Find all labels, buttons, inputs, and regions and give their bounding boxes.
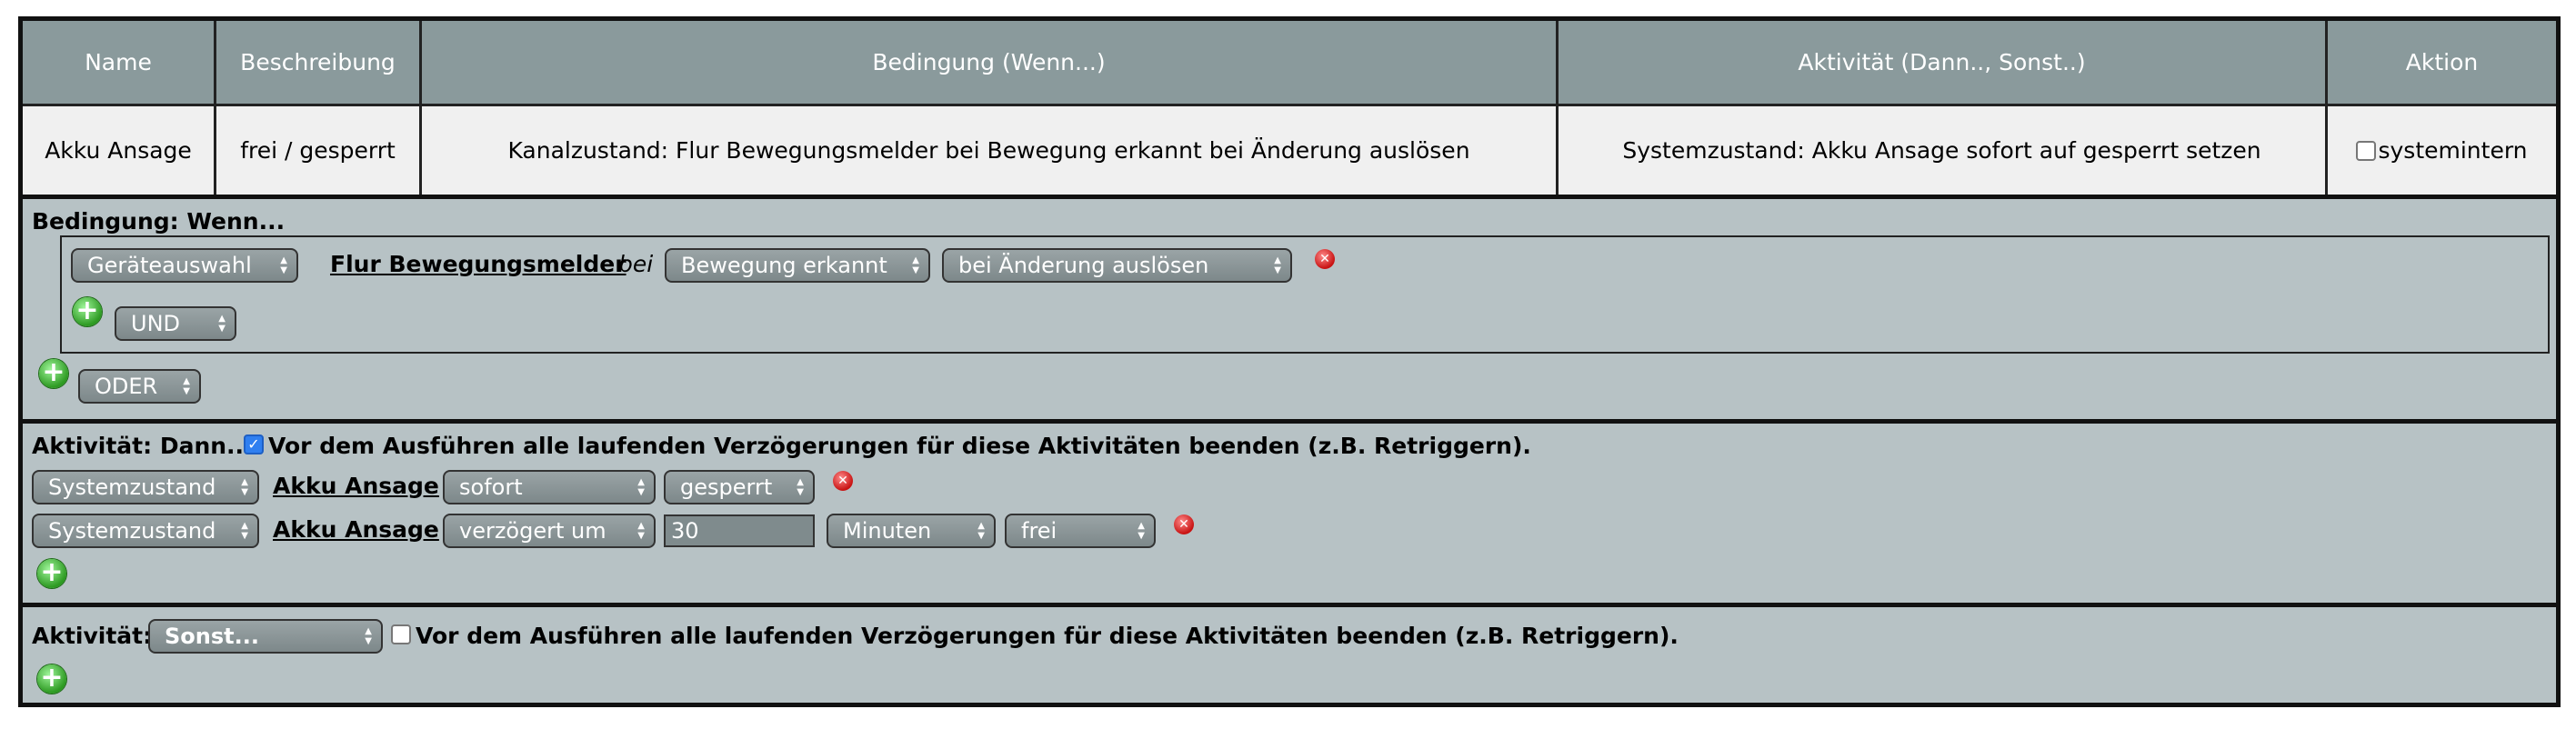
updown-arrows-icon: ▲ ▼ [637, 521, 645, 541]
table-header-row: Name Beschreibung Bedingung (Wenn...) Ak… [23, 21, 2556, 104]
program-name[interactable]: Akku Ansage [23, 106, 216, 195]
header-bedingung: Bedingung (Wenn...) [422, 21, 1559, 104]
updown-arrows-icon: ▲ ▼ [1274, 255, 1281, 275]
program-editor: Name Beschreibung Bedingung (Wenn...) Ak… [18, 16, 2561, 707]
updown-arrows-icon: ▲ ▼ [797, 477, 804, 497]
table-row: Akku Ansage frei / gesperrt Kanalzustand… [23, 104, 2556, 199]
systemintern-checkbox[interactable] [2356, 140, 2377, 161]
updown-arrows-icon: ▲ ▼ [637, 477, 645, 497]
then-row2-delay-input[interactable]: 30 [664, 514, 815, 547]
add-plus-icon[interactable]: + [39, 359, 68, 388]
updown-arrows-icon: ▲ ▼ [365, 626, 372, 646]
else-title: Aktivität: [32, 623, 153, 649]
else-mode-select[interactable]: Sonst... ▲ ▼ [148, 619, 383, 654]
then-row1-timing-select[interactable]: sofort ▲ ▼ [443, 470, 656, 504]
then-row2-unit-select[interactable]: Minuten ▲ ▼ [827, 514, 996, 548]
delete-x-icon[interactable]: ✕ [833, 471, 853, 491]
device-select[interactable]: Geräteauswahl ▲ ▼ [71, 248, 298, 283]
header-aktion: Aktion [2405, 49, 2479, 75]
then-retrigger-label: Vor dem Ausführen alle laufenden Verzöge… [268, 433, 1531, 459]
then-row2-link[interactable]: Akku Ansage [273, 516, 439, 543]
then-row1-type-select[interactable]: Systemzustand ▲ ▼ [32, 470, 259, 504]
condition-section: Bedingung: Wenn... Geräteauswahl ▲ ▼ Flur… [23, 199, 2556, 424]
delete-x-icon[interactable]: ✕ [1315, 249, 1335, 269]
then-row2-value-select[interactable]: frei ▲ ▼ [1005, 514, 1156, 548]
updown-arrows-icon: ▲ ▼ [183, 376, 190, 396]
then-row1-value-select[interactable]: gesperrt ▲ ▼ [664, 470, 815, 504]
else-retrigger-label: Vor dem Ausführen alle laufenden Verzöge… [416, 623, 1679, 649]
header-aktivitaet: Aktivität (Dann.., Sonst..) [1559, 21, 2328, 104]
oder-select[interactable]: ODER ▲ ▼ [78, 369, 201, 404]
updown-arrows-icon: ▲ ▼ [241, 521, 248, 541]
header-name: Name [23, 21, 216, 104]
program-description[interactable]: frei / gesperrt [216, 106, 422, 195]
then-retrigger-checkbox[interactable]: ✓ [244, 434, 264, 454]
then-row2-timing-select[interactable]: verzögert um ▲ ▼ [443, 514, 656, 548]
event-select[interactable]: Bewegung erkannt ▲ ▼ [665, 248, 930, 283]
trigger-select[interactable]: bei Änderung auslösen ▲ ▼ [942, 248, 1292, 283]
updown-arrows-icon: ▲ ▼ [241, 477, 248, 497]
updown-arrows-icon: ▲ ▼ [977, 521, 985, 541]
header-beschreibung: Beschreibung [216, 21, 422, 104]
updown-arrows-icon: ▲ ▼ [280, 255, 287, 275]
condition-title: Bedingung: Wenn... [32, 208, 286, 235]
add-plus-icon[interactable]: + [37, 559, 66, 588]
add-plus-icon[interactable]: + [37, 664, 66, 694]
action-cell: systemintern [2328, 106, 2556, 195]
delete-x-icon[interactable]: ✕ [1174, 514, 1194, 534]
then-section: Aktivität: Dann... ✓ Vor dem Ausführen a… [23, 424, 2556, 607]
then-row2-type-select[interactable]: Systemzustand ▲ ▼ [32, 514, 259, 548]
condition-group: Geräteauswahl ▲ ▼ Flur Bewegungsmelder be… [60, 235, 2550, 354]
condition-summary: Kanalzustand: Flur Bewegungsmelder bei B… [422, 106, 1559, 195]
then-row1-link[interactable]: Akku Ansage [273, 473, 439, 499]
activity-summary: Systemzustand: Akku Ansage sofort auf ge… [1559, 106, 2328, 195]
systemintern-label: systemintern [2378, 137, 2528, 164]
updown-arrows-icon: ▲ ▼ [218, 314, 226, 334]
updown-arrows-icon: ▲ ▼ [1138, 521, 1145, 541]
updown-arrows-icon: ▲ ▼ [912, 255, 919, 275]
device-link[interactable]: Flur Bewegungsmelder [330, 251, 626, 277]
else-section: Aktivität: Sonst... ▲ ▼ Vor dem Ausführen… [23, 607, 2556, 705]
add-plus-icon[interactable]: + [73, 297, 102, 326]
then-title: Aktivität: Dann... [32, 433, 253, 459]
bei-label: bei [618, 251, 654, 277]
else-retrigger-checkbox[interactable] [391, 624, 411, 644]
und-select[interactable]: UND ▲ ▼ [115, 306, 236, 341]
